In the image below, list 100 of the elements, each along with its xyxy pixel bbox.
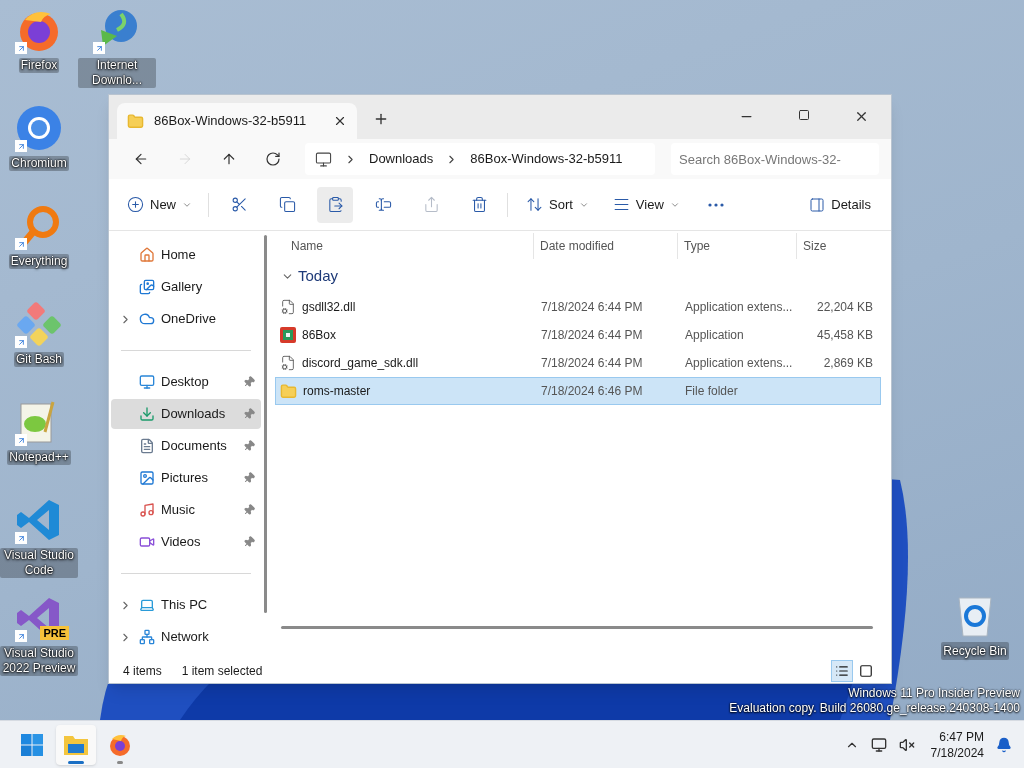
running-indicator <box>68 760 84 764</box>
shortcut-arrow-icon <box>15 336 27 348</box>
date-cell-text: 7/18/2024 6:46 PM <box>540 383 644 400</box>
sidebar-item[interactable]: Gallery <box>111 272 261 302</box>
preview-badge: PRE <box>40 626 69 640</box>
breadcrumb[interactable]: Downloads <box>369 149 434 169</box>
type-cell-text: Application extens... <box>684 299 794 316</box>
sidebar-item[interactable]: Videos <box>111 527 261 557</box>
notification-bell-icon[interactable] <box>996 736 1012 753</box>
details-view-button[interactable] <box>831 660 853 682</box>
breadcrumb[interactable]: 86Box-Windows-32-b5911 <box>470 149 623 169</box>
file-row[interactable]: roms-master 7/18/2024 6:46 PM File folder <box>275 377 881 405</box>
dll-file-icon <box>280 355 296 371</box>
square-icon <box>859 664 873 678</box>
monitor-icon <box>315 150 332 168</box>
group-header[interactable]: Today <box>275 259 881 293</box>
sidebar-item[interactable]: This PC <box>111 590 261 620</box>
shortcut-arrow-icon <box>15 630 27 642</box>
shortcut-arrow-icon <box>15 238 27 250</box>
sidebar-item[interactable]: Pictures <box>111 463 261 493</box>
rename-icon <box>374 196 392 213</box>
copy-icon <box>278 196 296 213</box>
column-header[interactable]: Name <box>275 233 533 259</box>
clock[interactable]: 6:47 PM 7/18/2024 <box>930 728 984 761</box>
size-cell-text: 45,458 KB <box>815 327 874 344</box>
type-cell-text: Application <box>684 327 745 344</box>
videos-icon <box>139 534 155 550</box>
sidebar-item[interactable]: Documents <box>111 431 261 461</box>
diamond-tiles-icon <box>15 300 63 348</box>
size-cell-text: 22,204 KB <box>815 299 874 316</box>
date-cell-text: 7/18/2024 6:44 PM <box>540 355 644 372</box>
date-cell-text: 7/18/2024 6:44 PM <box>540 299 644 316</box>
volume-muted-icon[interactable] <box>898 736 915 753</box>
downloads-icon <box>139 406 155 422</box>
horizontal-scrollbar[interactable] <box>281 626 873 629</box>
more-icon <box>707 202 724 207</box>
view-button[interactable]: View <box>606 186 686 223</box>
shortcut-arrow-icon <box>15 140 27 152</box>
pictures-icon <box>139 470 155 486</box>
gallery-icon <box>139 279 155 295</box>
item-count: 4 items <box>123 663 162 680</box>
close-icon[interactable] <box>854 109 869 124</box>
type-cell-text: Application extens... <box>684 355 794 372</box>
file-name: 86Box <box>302 327 337 344</box>
column-header[interactable]: Date modified <box>533 233 677 259</box>
cloud-icon <box>139 311 155 327</box>
address-bar[interactable]: Downloads 86Box-Windows-32-b5911 <box>305 143 655 175</box>
new-icon <box>127 196 144 213</box>
home-icon <box>139 247 155 263</box>
desktop-icon-label[interactable]: Recycle Bin <box>941 642 1009 660</box>
documents-icon <box>139 438 155 454</box>
folder-icon <box>280 382 297 400</box>
size-cell-text: 2,869 KB <box>822 355 874 372</box>
new-button[interactable]: New <box>121 186 198 223</box>
cut-icon <box>230 196 248 213</box>
evaluation-watermark-text: Windows 11 Pro Insider Preview <box>848 686 1020 701</box>
sidebar-item[interactable]: OneDrive <box>111 304 261 334</box>
ring-circle-icon <box>15 104 63 152</box>
sidebar-item[interactable]: Music <box>111 495 261 525</box>
file-row[interactable]: gsdll32.dll 7/18/2024 6:44 PM Application extens... 22,204 KB <box>275 293 881 321</box>
file-row[interactable]: discord_game_sdk.dll 7/18/2024 6:44 PM Application extens... 2,869 KB <box>275 349 881 377</box>
desktop-icon-label[interactable]: Visual Studio Code <box>0 548 78 578</box>
maximize-icon[interactable] <box>798 109 810 121</box>
paste-icon <box>326 196 344 213</box>
details-pane-button[interactable]: Details <box>801 186 879 223</box>
shortcut-arrow-icon <box>15 42 27 54</box>
close-tab-icon[interactable] <box>333 114 347 128</box>
date-cell-text: 7/18/2024 6:44 PM <box>540 327 644 344</box>
music-icon <box>139 502 155 518</box>
sidebar-item[interactable]: Network <box>111 622 261 652</box>
details-pane-icon <box>809 196 826 213</box>
paste-button[interactable] <box>317 186 353 223</box>
sort-icon <box>526 196 543 213</box>
column-header[interactable]: Size <box>796 233 874 259</box>
running-indicator <box>117 760 123 764</box>
sidebar-scrollbar[interactable] <box>264 235 267 613</box>
sort-button[interactable]: Sort <box>520 186 595 223</box>
file-name: roms-master <box>303 383 371 400</box>
sidebar-item[interactable]: Desktop <box>111 367 261 397</box>
dll-file-icon <box>280 299 296 315</box>
view-icon <box>612 196 630 213</box>
search-field[interactable]: Search 86Box-Windows-32- <box>671 143 879 175</box>
delete-icon <box>470 196 488 213</box>
list-icon <box>835 664 849 678</box>
file-row[interactable]: 86Box 7/18/2024 6:44 PM Application 45,458 KB <box>275 321 881 349</box>
new-tab-icon[interactable] <box>373 111 389 127</box>
explorer-taskbar-button[interactable] <box>56 724 96 765</box>
folder-tab[interactable]: 86Box-Windows-32-b5911 <box>117 103 357 139</box>
app-icon <box>280 327 296 343</box>
desktop-icon-label[interactable]: Visual Studio 2022 Preview <box>0 646 78 676</box>
column-header[interactable]: Type <box>677 233 796 259</box>
folder-icon <box>127 112 144 130</box>
fox-globe-icon <box>108 732 132 757</box>
sidebar-item[interactable]: Home <box>111 240 261 270</box>
four-squares-icon <box>20 732 44 757</box>
shortcut-arrow-icon <box>93 42 105 54</box>
shortcut-arrow-icon <box>15 434 27 446</box>
selection-status: 1 item selected <box>181 663 263 680</box>
sidebar-item[interactable]: Downloads <box>111 399 261 429</box>
shortcut-arrow-icon <box>15 532 27 544</box>
